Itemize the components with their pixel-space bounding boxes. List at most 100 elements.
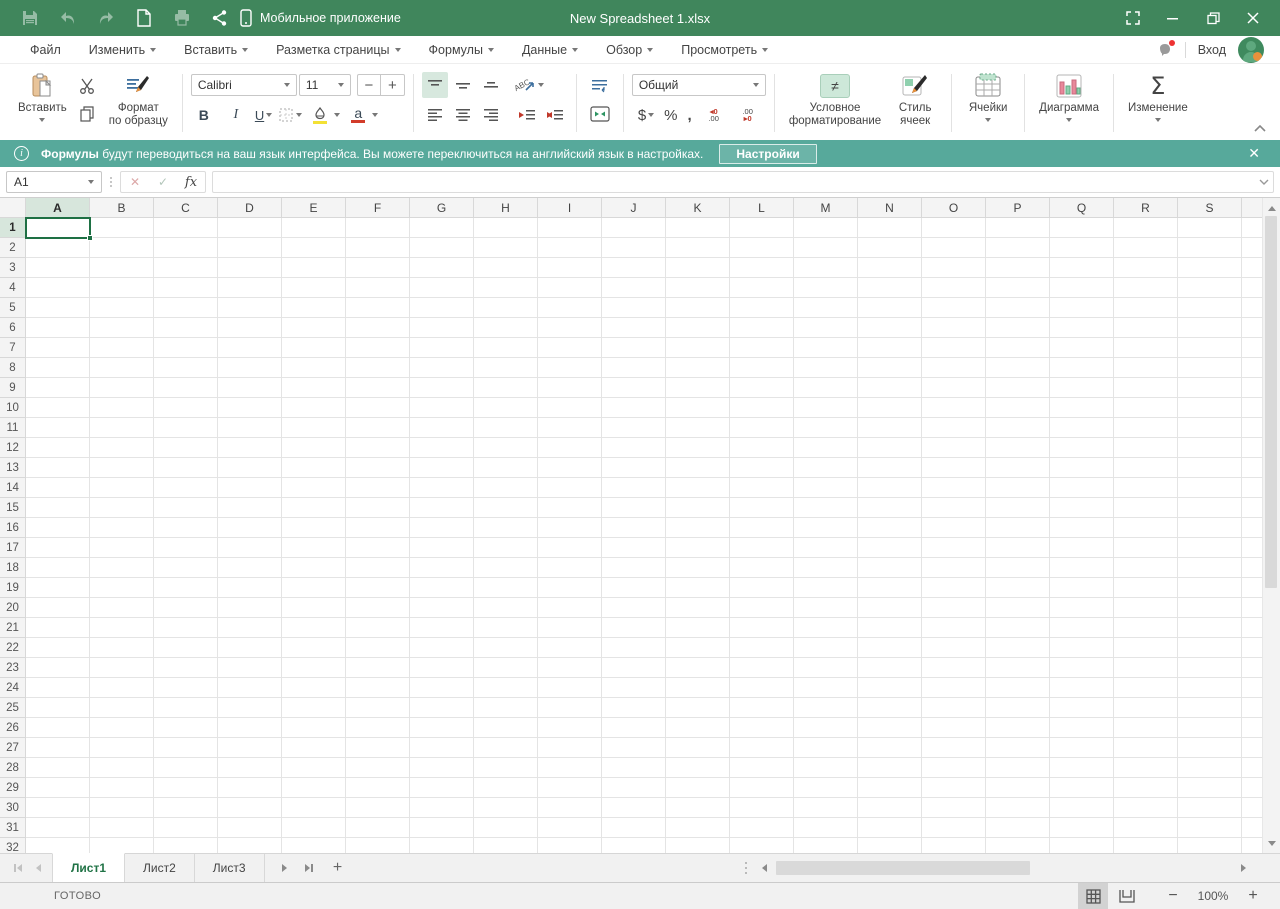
- cell-P9[interactable]: [986, 378, 1050, 398]
- cell-I24[interactable]: [538, 678, 602, 698]
- cell-H20[interactable]: [474, 598, 538, 618]
- cell-M17[interactable]: [794, 538, 858, 558]
- cell-E6[interactable]: [282, 318, 346, 338]
- cell-K27[interactable]: [666, 738, 730, 758]
- cell-F29[interactable]: [346, 778, 410, 798]
- cell-O6[interactable]: [922, 318, 986, 338]
- cell-K22[interactable]: [666, 638, 730, 658]
- cell-L17[interactable]: [730, 538, 794, 558]
- cell-P17[interactable]: [986, 538, 1050, 558]
- mobile-app-button[interactable]: Мобильное приложение: [240, 9, 401, 27]
- cell-R14[interactable]: [1114, 478, 1178, 498]
- row-header-20[interactable]: 20: [0, 598, 26, 618]
- menu-formulas[interactable]: Формулы: [415, 36, 508, 63]
- cell-P20[interactable]: [986, 598, 1050, 618]
- cell-S13[interactable]: [1178, 458, 1242, 478]
- cell-O24[interactable]: [922, 678, 986, 698]
- last-sheet-icon[interactable]: [301, 860, 317, 876]
- scroll-down-icon[interactable]: [1263, 835, 1280, 851]
- cell-G12[interactable]: [410, 438, 474, 458]
- cell-A10[interactable]: [26, 398, 90, 418]
- cell-H1[interactable]: [474, 218, 538, 238]
- cell-J14[interactable]: [602, 478, 666, 498]
- borders-button[interactable]: [278, 107, 302, 123]
- cell-N18[interactable]: [858, 558, 922, 578]
- cell-C32[interactable]: [154, 838, 218, 853]
- share-icon[interactable]: [208, 6, 232, 30]
- cell-I25[interactable]: [538, 698, 602, 718]
- cell-N29[interactable]: [858, 778, 922, 798]
- cell-O7[interactable]: [922, 338, 986, 358]
- cell-A32[interactable]: [26, 838, 90, 853]
- row-header-32[interactable]: 32: [0, 838, 26, 853]
- decrease-font-size-button[interactable]: −: [357, 74, 381, 96]
- cell-D24[interactable]: [218, 678, 282, 698]
- cell-D13[interactable]: [218, 458, 282, 478]
- cell-F5[interactable]: [346, 298, 410, 318]
- tabbar-resize-handle[interactable]: [745, 854, 747, 882]
- cell-I13[interactable]: [538, 458, 602, 478]
- cell-O2[interactable]: [922, 238, 986, 258]
- cell-B14[interactable]: [90, 478, 154, 498]
- cell-D30[interactable]: [218, 798, 282, 818]
- cell-G32[interactable]: [410, 838, 474, 853]
- cell-E22[interactable]: [282, 638, 346, 658]
- cell-K5[interactable]: [666, 298, 730, 318]
- text-orientation-button[interactable]: ABC: [514, 76, 544, 94]
- row-header-13[interactable]: 13: [0, 458, 26, 478]
- cell-D15[interactable]: [218, 498, 282, 518]
- cell-B32[interactable]: [90, 838, 154, 853]
- cell-F28[interactable]: [346, 758, 410, 778]
- cell-grid[interactable]: ABCDEFGHIJKLMNOPQRS 12345678910111213141…: [0, 198, 1262, 853]
- cell-L32[interactable]: [730, 838, 794, 853]
- cell-J24[interactable]: [602, 678, 666, 698]
- cell-C13[interactable]: [154, 458, 218, 478]
- cell-B28[interactable]: [90, 758, 154, 778]
- cell-G13[interactable]: [410, 458, 474, 478]
- cell-S4[interactable]: [1178, 278, 1242, 298]
- cell-H9[interactable]: [474, 378, 538, 398]
- login-button[interactable]: Вход: [1198, 43, 1226, 57]
- cell-C5[interactable]: [154, 298, 218, 318]
- cell-G8[interactable]: [410, 358, 474, 378]
- cell-R11[interactable]: [1114, 418, 1178, 438]
- cell-R21[interactable]: [1114, 618, 1178, 638]
- underline-button[interactable]: U: [255, 108, 272, 123]
- cell-O14[interactable]: [922, 478, 986, 498]
- cell-E19[interactable]: [282, 578, 346, 598]
- cell-S6[interactable]: [1178, 318, 1242, 338]
- cell-C1[interactable]: [154, 218, 218, 238]
- cell-B12[interactable]: [90, 438, 154, 458]
- format-painter-button[interactable]: Формат по образцу: [103, 70, 174, 130]
- cell-I31[interactable]: [538, 818, 602, 838]
- cell-S18[interactable]: [1178, 558, 1242, 578]
- cell-J18[interactable]: [602, 558, 666, 578]
- cell-K29[interactable]: [666, 778, 730, 798]
- cell-M7[interactable]: [794, 338, 858, 358]
- cell-I29[interactable]: [538, 778, 602, 798]
- cell-E15[interactable]: [282, 498, 346, 518]
- cell-O30[interactable]: [922, 798, 986, 818]
- cell-O25[interactable]: [922, 698, 986, 718]
- cell-M30[interactable]: [794, 798, 858, 818]
- font-color-button[interactable]: a: [346, 102, 378, 128]
- cell-Q21[interactable]: [1050, 618, 1114, 638]
- cell-P15[interactable]: [986, 498, 1050, 518]
- cell-Q17[interactable]: [1050, 538, 1114, 558]
- cell-R7[interactable]: [1114, 338, 1178, 358]
- cell-Q23[interactable]: [1050, 658, 1114, 678]
- cell-R27[interactable]: [1114, 738, 1178, 758]
- collapse-ribbon-button[interactable]: [1254, 125, 1266, 132]
- cell-C23[interactable]: [154, 658, 218, 678]
- cell-H26[interactable]: [474, 718, 538, 738]
- cell-L23[interactable]: [730, 658, 794, 678]
- column-header-F[interactable]: F: [346, 198, 410, 218]
- cell-M18[interactable]: [794, 558, 858, 578]
- cell-N12[interactable]: [858, 438, 922, 458]
- cell-B23[interactable]: [90, 658, 154, 678]
- cell-H22[interactable]: [474, 638, 538, 658]
- cell-I16[interactable]: [538, 518, 602, 538]
- cell-A6[interactable]: [26, 318, 90, 338]
- row-header-24[interactable]: 24: [0, 678, 26, 698]
- cell-K10[interactable]: [666, 398, 730, 418]
